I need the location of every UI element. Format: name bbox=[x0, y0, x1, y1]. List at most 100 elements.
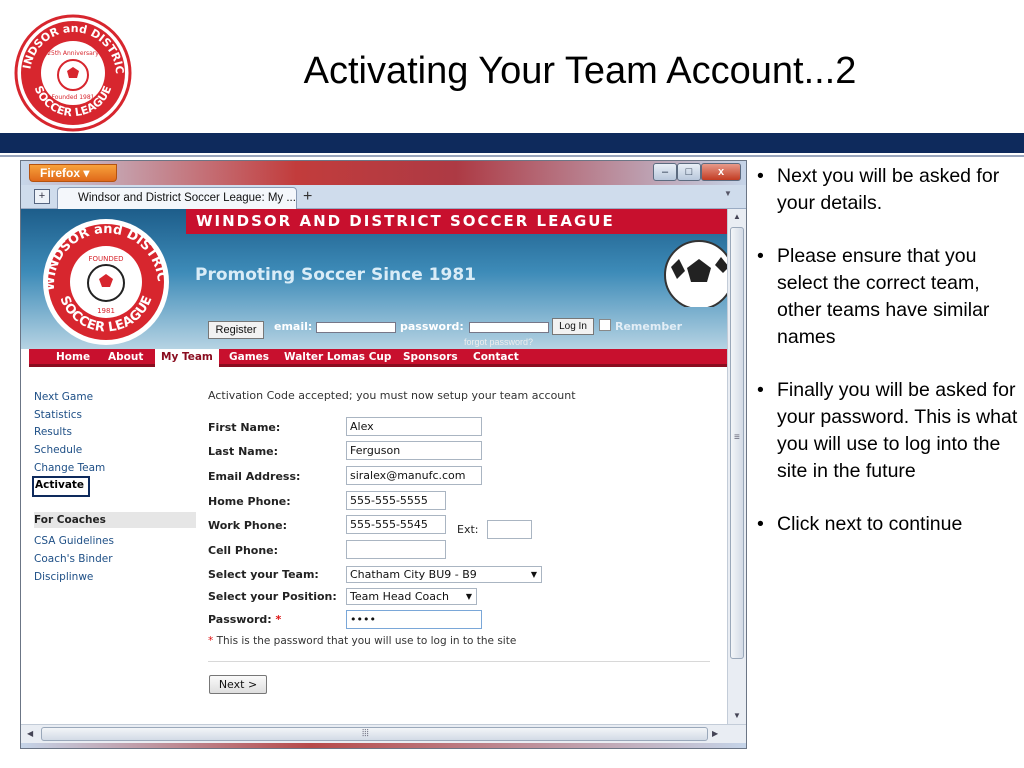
team-select-value: Chatham City BU9 - B9 bbox=[350, 568, 477, 581]
team-label: Select your Team: bbox=[208, 568, 319, 581]
firefox-menu-button[interactable]: Firefox ▾ bbox=[29, 164, 117, 182]
logo-founded: Founded 1981 bbox=[52, 94, 95, 101]
cell-phone-input[interactable] bbox=[346, 540, 446, 559]
first-name-label: First Name: bbox=[208, 421, 281, 434]
maximize-button[interactable]: □ bbox=[677, 163, 701, 181]
password-label: password: bbox=[400, 320, 464, 333]
horizontal-scroll-thumb[interactable]: ⦙⦙⦙ bbox=[41, 727, 708, 741]
password-note: * This is the password that you will use… bbox=[208, 635, 516, 647]
bullet-text: Click next to continue bbox=[777, 513, 963, 535]
sidebar-item-change-team[interactable]: Change Team bbox=[34, 462, 105, 474]
tab-list-icon[interactable]: + bbox=[34, 189, 50, 204]
sidebar-item-schedule[interactable]: Schedule bbox=[34, 444, 82, 456]
password-label-text: Password: bbox=[208, 613, 272, 626]
position-label: Select your Position: bbox=[208, 590, 337, 603]
required-marker: * bbox=[208, 635, 214, 647]
scroll-left-icon[interactable]: ◀ bbox=[27, 729, 33, 738]
bullet-item: • Next you will be asked for your details… bbox=[757, 163, 1019, 217]
position-select[interactable]: Team Head Coach ▼ bbox=[346, 588, 477, 605]
work-phone-input[interactable]: 555-555-5545 bbox=[346, 515, 446, 534]
bullet-item: • Click next to continue bbox=[757, 511, 1019, 538]
remember-label: Remember bbox=[615, 320, 683, 333]
scroll-right-icon[interactable]: ▶ bbox=[712, 729, 718, 738]
first-name-input[interactable]: Alex bbox=[346, 417, 482, 436]
bullet-item: • Finally you will be asked for your pass… bbox=[757, 377, 1019, 485]
browser-window: Firefox ▾ – □ x + Windsor and District S… bbox=[20, 160, 747, 749]
sidebar-item-results[interactable]: Results bbox=[34, 426, 72, 438]
site-logo[interactable]: WINDSOR and DISTRICT SOCCER LEAGUE FOUND… bbox=[36, 217, 176, 347]
horizontal-scrollbar[interactable]: ◀ ⦙⦙⦙ ▶ bbox=[21, 724, 746, 743]
team-select[interactable]: Chatham City BU9 - B9 ▼ bbox=[346, 566, 542, 583]
league-logo: WINDSOR and DISTRICT SOCCER LEAGUE 25th … bbox=[14, 13, 132, 132]
email-address-input[interactable]: siralex@manufc.com bbox=[346, 466, 482, 485]
sidebar-item-discipline[interactable]: Disciplinwe bbox=[34, 571, 93, 583]
login-bar: Register email: password: Log In Remembe… bbox=[206, 317, 727, 347]
grip-icon: ≡ bbox=[734, 432, 740, 443]
browser-tab[interactable]: Windsor and District Soccer League: My .… bbox=[57, 187, 297, 209]
forgot-password-link[interactable]: forgot password? bbox=[464, 337, 533, 347]
bullet-text: Finally you will be asked for your passw… bbox=[777, 379, 1018, 482]
tab-scroll-down-icon[interactable]: ▼ bbox=[724, 189, 732, 198]
bullet-glyph: • bbox=[757, 513, 764, 535]
site-nav: Home About My Team Games Walter Lomas Cu… bbox=[29, 349, 727, 367]
vertical-scroll-thumb[interactable]: ≡ bbox=[730, 227, 744, 659]
header-rule bbox=[0, 155, 1024, 157]
site-league-name: WINDSOR AND DISTRICT SOCCER LEAGUE bbox=[196, 212, 615, 230]
sidebar-item-next-game[interactable]: Next Game bbox=[34, 391, 93, 403]
browser-titlebar: Firefox ▾ – □ x bbox=[21, 161, 746, 185]
login-email-input[interactable] bbox=[316, 322, 396, 333]
nav-home[interactable]: Home bbox=[56, 349, 90, 367]
new-tab-button[interactable]: + bbox=[303, 188, 312, 206]
last-name-input[interactable]: Ferguson bbox=[346, 441, 482, 460]
page-viewport: WINDSOR AND DISTRICT SOCCER LEAGUE Promo… bbox=[21, 209, 727, 724]
required-marker: * bbox=[275, 613, 282, 626]
site-banner: WINDSOR AND DISTRICT SOCCER LEAGUE Promo… bbox=[21, 209, 727, 349]
browser-bottom-edge bbox=[21, 743, 746, 748]
form-divider bbox=[208, 661, 710, 662]
last-name-label: Last Name: bbox=[208, 445, 279, 458]
register-button[interactable]: Register bbox=[208, 321, 264, 339]
remember-checkbox[interactable] bbox=[599, 319, 611, 331]
nav-sponsors[interactable]: Sponsors bbox=[403, 349, 458, 367]
logo-anniversary: 25th Anniversary bbox=[47, 50, 99, 57]
header-band bbox=[0, 133, 1024, 153]
password-note-text: This is the password that you will use t… bbox=[216, 635, 517, 647]
sidebar-item-coaches-binder[interactable]: Coach's Binder bbox=[34, 553, 113, 565]
nav-games[interactable]: Games bbox=[229, 349, 269, 367]
close-button[interactable]: x bbox=[701, 163, 741, 181]
bullet-text: Next you will be asked for your details. bbox=[777, 165, 1000, 214]
site-tagline: Promoting Soccer Since 1981 bbox=[195, 265, 476, 285]
email-address-label: Email Address: bbox=[208, 470, 301, 483]
sidebar-item-activate[interactable]: Activate bbox=[32, 476, 90, 497]
tab-bar: + Windsor and District Soccer League: My… bbox=[21, 185, 746, 209]
sidebar-item-csa-guidelines[interactable]: CSA Guidelines bbox=[34, 535, 114, 547]
minimize-button[interactable]: – bbox=[653, 163, 677, 181]
work-phone-label: Work Phone: bbox=[208, 519, 288, 532]
password-input[interactable]: •••• bbox=[346, 610, 482, 629]
bullet-text: Please ensure that you select the correc… bbox=[777, 245, 990, 348]
soccer-ball-icon bbox=[664, 240, 727, 307]
tab-title: Windsor and District Soccer League: My .… bbox=[78, 192, 296, 204]
bullet-glyph: • bbox=[757, 165, 764, 187]
bullet-item: • Please ensure that you select the corre… bbox=[757, 243, 1019, 351]
login-button[interactable]: Log In bbox=[552, 318, 594, 335]
chevron-down-icon: ▼ bbox=[465, 592, 472, 601]
sidebar-item-statistics[interactable]: Statistics bbox=[34, 409, 82, 421]
bullet-glyph: • bbox=[757, 379, 764, 401]
scroll-down-icon[interactable]: ▼ bbox=[733, 711, 741, 720]
home-phone-input[interactable]: 555-555-5555 bbox=[346, 491, 446, 510]
nav-my-team[interactable]: My Team bbox=[155, 349, 219, 367]
next-button[interactable]: Next > bbox=[209, 675, 267, 694]
slide-title: Activating Your Team Account...2 bbox=[303, 50, 857, 92]
nav-contact[interactable]: Contact bbox=[473, 349, 519, 367]
cell-phone-label: Cell Phone: bbox=[208, 544, 279, 557]
nav-walter-lomas-cup[interactable]: Walter Lomas Cup bbox=[284, 349, 391, 367]
bullet-list: • Next you will be asked for your details… bbox=[757, 163, 1019, 564]
login-password-input[interactable] bbox=[469, 322, 549, 333]
site-logo-founded: FOUNDED bbox=[88, 255, 123, 263]
vertical-scrollbar[interactable]: ▲ ≡ ▼ bbox=[727, 209, 746, 724]
ext-input[interactable] bbox=[487, 520, 532, 539]
slide: WINDSOR and DISTRICT SOCCER LEAGUE 25th … bbox=[0, 0, 1024, 768]
scroll-up-icon[interactable]: ▲ bbox=[733, 212, 741, 221]
nav-about[interactable]: About bbox=[108, 349, 143, 367]
